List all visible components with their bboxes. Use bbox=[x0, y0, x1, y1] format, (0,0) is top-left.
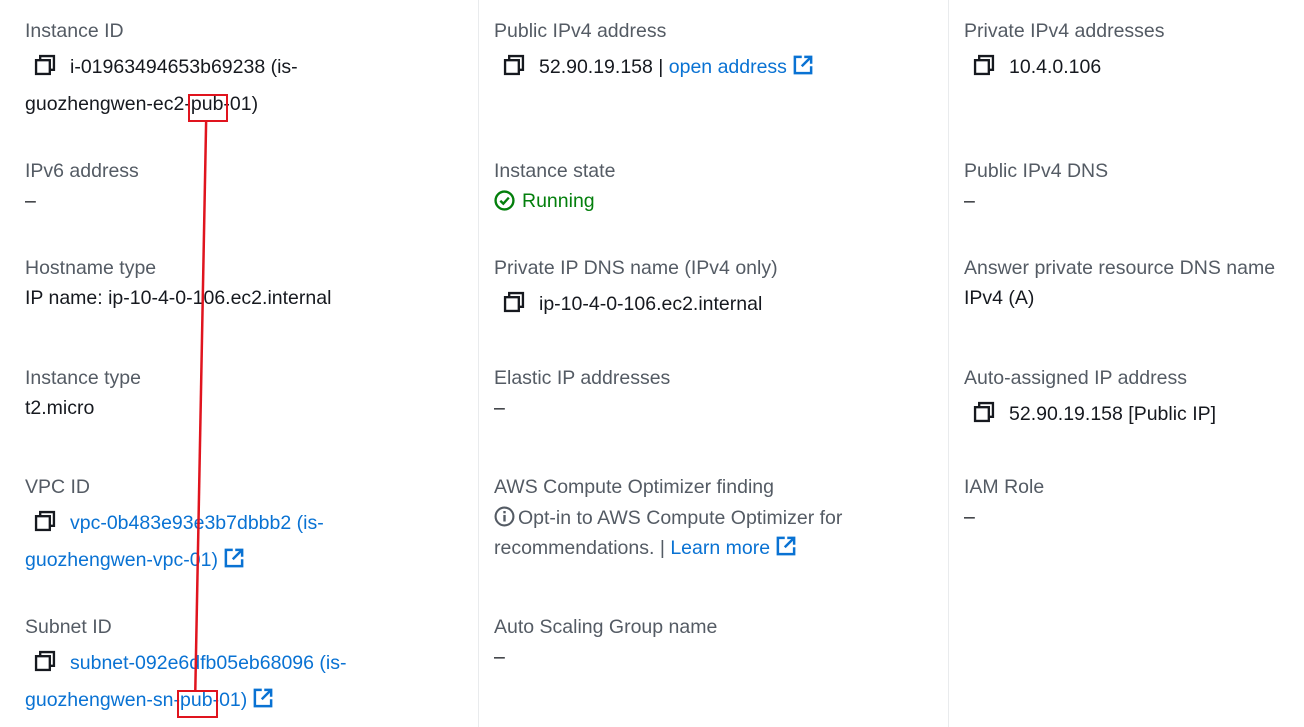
instance-id-text-2: guozhengwen-ec2- bbox=[25, 93, 191, 115]
auto-assigned-ip-field: Auto-assigned IP address 52.90.19.158 [P… bbox=[964, 366, 1296, 433]
public-ipv4-value: 52.90.19.158 | open address bbox=[494, 49, 940, 86]
vpc-id-value: vpc-0b483e93e3b7dbbb2 (is-guozhengwen-vp… bbox=[25, 505, 470, 579]
elastic-ip-label: Elastic IP addresses bbox=[494, 367, 671, 389]
public-dns-label: Public IPv4 DNS bbox=[964, 160, 1109, 182]
instance-state-label: Instance state bbox=[494, 160, 616, 182]
auto-scaling-group-value: – bbox=[494, 646, 505, 668]
compute-optimizer-field: AWS Compute Optimizer finding Opt-in to … bbox=[494, 475, 940, 563]
details-column-1: Instance ID i-01963494653b69238 (is-guoz… bbox=[0, 0, 479, 727]
hostname-type-value: IP name: ip-10-4-0-106.ec2.internal bbox=[25, 287, 332, 309]
vpc-id-link-text-2: guozhengwen-vpc-01) bbox=[25, 549, 218, 571]
ipv6-field: IPv6 address – bbox=[25, 159, 470, 220]
subnet-id-link[interactable]: subnet-092e6dfb05eb68096 (is-guozhengwen… bbox=[25, 652, 346, 711]
elastic-ip-field: Elastic IP addresses – bbox=[494, 366, 940, 427]
check-circle-icon bbox=[494, 190, 515, 211]
private-ipv4-field: Private IPv4 addresses 10.4.0.106 bbox=[964, 19, 1296, 86]
external-link-icon[interactable] bbox=[224, 548, 244, 568]
vpc-id-label: VPC ID bbox=[25, 476, 91, 498]
subnet-id-label: Subnet ID bbox=[25, 616, 112, 638]
vpc-id-link-text: vpc-0b483e93e3b7dbbb2 (is- bbox=[70, 512, 324, 534]
hostname-type-label: Hostname type bbox=[25, 257, 157, 279]
vpc-id-field: VPC ID vpc-0b483e93e3b7dbbb2 (is-guozhen… bbox=[25, 475, 470, 579]
instance-id-label: Instance ID bbox=[25, 20, 124, 42]
external-link-icon[interactable] bbox=[253, 688, 273, 708]
instance-id-text-3: -01) bbox=[223, 93, 259, 115]
answer-dns-field: Answer private resource DNS name IPv4 (A… bbox=[964, 256, 1304, 317]
private-ipv4-label: Private IPv4 addresses bbox=[964, 20, 1165, 42]
private-ipv4-value: 10.4.0.106 bbox=[964, 49, 1296, 86]
copy-icon[interactable] bbox=[34, 650, 56, 672]
auto-scaling-group-field: Auto Scaling Group name – bbox=[494, 615, 940, 676]
external-link-icon[interactable] bbox=[793, 55, 813, 75]
copy-icon[interactable] bbox=[973, 401, 995, 423]
instance-id-value: i-01963494653b69238 (is-guozhengwen-ec2-… bbox=[25, 49, 470, 123]
answer-dns-value: IPv4 (A) bbox=[964, 287, 1035, 309]
private-dns-text: ip-10-4-0-106.ec2.internal bbox=[539, 293, 763, 315]
instance-id-text: i-01963494653b69238 (is- bbox=[70, 56, 298, 78]
public-ipv4-field: Public IPv4 address 52.90.19.158 | open … bbox=[494, 19, 940, 86]
elastic-ip-value: – bbox=[494, 397, 505, 419]
compute-optimizer-text-2: recommendations. bbox=[494, 537, 655, 559]
info-icon bbox=[494, 506, 515, 527]
auto-assigned-ip-value: 52.90.19.158 [Public IP] bbox=[964, 396, 1296, 433]
copy-icon[interactable] bbox=[34, 54, 56, 76]
instance-type-value: t2.micro bbox=[25, 397, 95, 419]
learn-more-link[interactable]: Learn more bbox=[670, 537, 770, 559]
instance-id-highlight: pub bbox=[190, 93, 224, 115]
details-column-3: Private IPv4 addresses 10.4.0.106 Public… bbox=[949, 0, 1304, 727]
ipv6-value: – bbox=[25, 190, 36, 212]
auto-assigned-ip-label: Auto-assigned IP address bbox=[964, 367, 1187, 389]
subnet-id-link-text: subnet-092e6dfb05eb68096 (is- bbox=[70, 652, 347, 674]
private-ipv4-text: 10.4.0.106 bbox=[1009, 56, 1102, 78]
subnet-id-value: subnet-092e6dfb05eb68096 (is-guozhengwen… bbox=[25, 645, 470, 719]
instance-type-label: Instance type bbox=[25, 367, 141, 389]
instance-state-value: Running bbox=[494, 183, 940, 220]
compute-optimizer-text: Opt-in to AWS Compute Optimizer for bbox=[518, 507, 843, 529]
auto-assigned-ip-text: 52.90.19.158 [Public IP] bbox=[1009, 403, 1217, 425]
instance-type-field: Instance type t2.micro bbox=[25, 366, 470, 427]
answer-dns-label: Answer private resource DNS name bbox=[964, 257, 1276, 279]
instance-state-text: Running bbox=[522, 190, 595, 212]
subnet-id-link-text-2: guozhengwen-sn- bbox=[25, 689, 181, 711]
subnet-id-highlight: pub bbox=[180, 689, 213, 711]
ipv6-label: IPv6 address bbox=[25, 160, 139, 182]
auto-scaling-group-label: Auto Scaling Group name bbox=[494, 616, 718, 638]
iam-role-field: IAM Role – bbox=[964, 475, 1296, 536]
separator: | bbox=[652, 56, 669, 78]
public-ipv4-text: 52.90.19.158 bbox=[539, 56, 653, 78]
iam-role-label: IAM Role bbox=[964, 476, 1045, 498]
public-dns-value: – bbox=[964, 190, 975, 212]
compute-optimizer-label: AWS Compute Optimizer finding bbox=[494, 476, 774, 498]
private-dns-field: Private IP DNS name (IPv4 only) ip-10-4-… bbox=[494, 256, 940, 323]
private-dns-label: Private IP DNS name (IPv4 only) bbox=[494, 257, 778, 279]
subnet-id-link-text-3: -01) bbox=[212, 689, 248, 711]
instance-state-field: Instance state Running bbox=[494, 159, 940, 220]
vpc-id-link[interactable]: vpc-0b483e93e3b7dbbb2 (is-guozhengwen-vp… bbox=[25, 512, 324, 571]
external-link-icon[interactable] bbox=[776, 536, 796, 556]
subnet-id-field: Subnet ID subnet-092e6dfb05eb68096 (is-g… bbox=[25, 615, 470, 719]
public-ipv4-label: Public IPv4 address bbox=[494, 20, 667, 42]
details-column-2: Public IPv4 address 52.90.19.158 | open … bbox=[479, 0, 949, 727]
open-address-link[interactable]: open address bbox=[669, 56, 787, 78]
copy-icon[interactable] bbox=[973, 54, 995, 76]
hostname-type-field: Hostname type IP name: ip-10-4-0-106.ec2… bbox=[25, 256, 470, 317]
instance-id-field: Instance ID i-01963494653b69238 (is-guoz… bbox=[25, 19, 470, 123]
copy-icon[interactable] bbox=[34, 510, 56, 532]
public-dns-field: Public IPv4 DNS – bbox=[964, 159, 1296, 220]
iam-role-value: – bbox=[964, 506, 975, 528]
compute-optimizer-value: Opt-in to AWS Compute Optimizer for recom… bbox=[494, 503, 940, 563]
separator: | bbox=[654, 537, 671, 559]
private-dns-value: ip-10-4-0-106.ec2.internal bbox=[494, 286, 940, 323]
copy-icon[interactable] bbox=[503, 291, 525, 313]
copy-icon[interactable] bbox=[503, 54, 525, 76]
